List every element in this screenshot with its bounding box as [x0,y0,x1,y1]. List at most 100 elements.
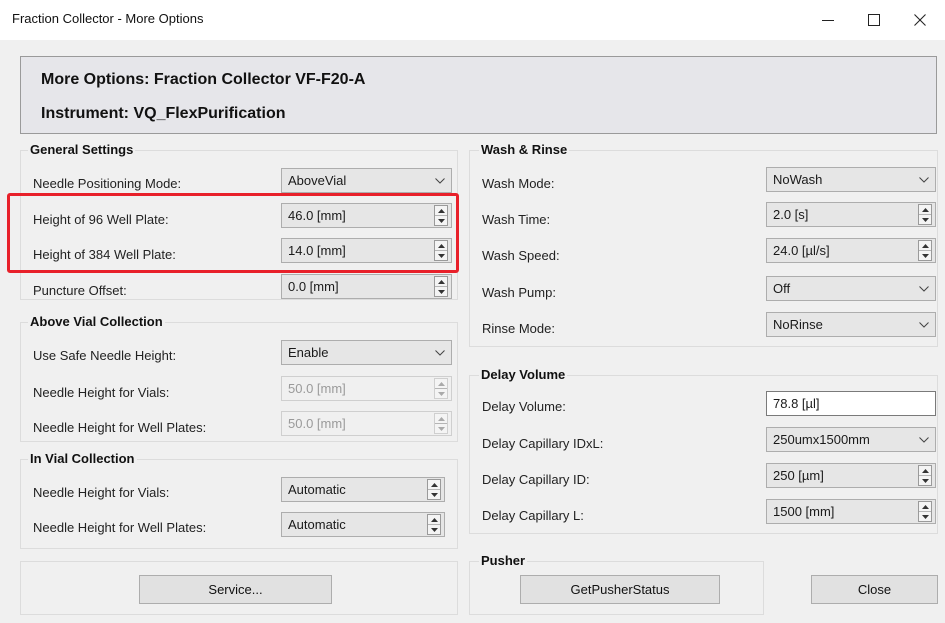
minimize-button[interactable] [805,2,851,38]
window-title: Fraction Collector - More Options [12,11,204,26]
spin-up-icon[interactable] [919,241,931,250]
safe-needle-value: Enable [288,345,329,360]
wash-mode-label: Wash Mode: [482,176,555,191]
wash-mode-select[interactable]: NoWash [766,167,936,192]
delay-volume-value: 78.8 [µl] [773,396,820,411]
service-button[interactable]: Service... [139,575,332,604]
close-icon [914,14,926,26]
spin-up-icon[interactable] [428,515,440,524]
spin-up-icon [435,379,447,388]
spin-buttons [434,378,448,399]
above-plates-value: 50.0 [mm] [288,416,346,431]
in-vials-label: Needle Height for Vials: [33,485,170,500]
wash-pump-value: Off [773,281,791,296]
needle-mode-value: AboveVial [288,173,347,188]
highlight-box [7,193,459,273]
wash-time-label: Wash Time: [482,212,551,227]
spin-down-icon[interactable] [435,286,447,296]
spin-buttons[interactable] [427,479,441,500]
spin-up-icon[interactable] [919,466,931,475]
wash-mode-value: NoWash [773,172,823,187]
puncture-offset-value: 0.0 [mm] [288,279,339,294]
spin-down-icon[interactable] [919,214,931,224]
delay-volume-label: Delay Volume: [482,399,566,414]
wash-time-value: 2.0 [s] [773,207,809,222]
spin-down-icon[interactable] [428,524,440,534]
spin-buttons [434,413,448,434]
spin-up-icon[interactable] [919,205,931,214]
delay-volume-input[interactable]: 78.8 [µl] [766,391,936,416]
needle-mode-select[interactable]: AboveVial [281,168,452,193]
delay-idxl-label: Delay Capillary IDxL: [482,436,604,451]
rinse-mode-select[interactable]: NoRinse [766,312,936,337]
wash-rinse-title: Wash & Rinse [479,142,570,157]
chevron-down-icon [913,436,935,443]
wash-speed-label: Wash Speed: [482,248,560,263]
header-instrument: Instrument: VQ_FlexPurification [41,105,286,122]
wash-pump-label: Wash Pump: [482,285,556,300]
spin-down-icon[interactable] [428,489,440,499]
spin-buttons[interactable] [918,465,932,486]
in-vial-title: In Vial Collection [28,451,137,466]
spin-buttons[interactable] [427,514,441,535]
spin-buttons[interactable] [434,276,448,297]
close-window-button[interactable] [897,2,943,38]
safe-needle-select[interactable]: Enable [281,340,452,365]
above-vials-label: Needle Height for Vials: [33,385,170,400]
spin-up-icon[interactable] [435,277,447,286]
delay-volume-title: Delay Volume [479,367,568,382]
header-title: More Options: Fraction Collector VF-F20-… [41,71,366,88]
chevron-down-icon [429,177,451,184]
get-pusher-status-button[interactable]: GetPusherStatus [520,575,720,604]
above-plates-stepper: 50.0 [mm] [281,411,452,436]
above-plates-label: Needle Height for Well Plates: [33,420,207,435]
spin-buttons[interactable] [918,501,932,522]
delay-l-stepper[interactable]: 1500 [mm] [766,499,936,524]
chevron-down-icon [913,321,935,328]
puncture-offset-label: Puncture Offset: [33,283,127,298]
spin-down-icon [435,388,447,398]
spin-down-icon[interactable] [919,511,931,521]
spin-down-icon[interactable] [919,475,931,485]
spin-up-icon [435,414,447,423]
header-panel: More Options: Fraction Collector VF-F20-… [20,56,937,134]
general-settings-title: General Settings [28,142,136,157]
rinse-mode-label: Rinse Mode: [482,321,555,336]
spin-buttons[interactable] [918,240,932,261]
delay-l-label: Delay Capillary L: [482,508,584,523]
pusher-title: Pusher [479,553,528,568]
delay-id-value: 250 [µm] [773,468,824,483]
delay-idxl-value: 250umx1500mm [773,432,870,447]
chevron-down-icon [429,349,451,356]
spin-up-icon[interactable] [428,480,440,489]
chevron-down-icon [913,176,935,183]
wash-pump-select[interactable]: Off [766,276,936,301]
title-bar: Fraction Collector - More Options [0,0,945,40]
spin-down-icon[interactable] [919,250,931,260]
maximize-icon [868,14,880,26]
spin-up-icon[interactable] [919,502,931,511]
above-vial-title: Above Vial Collection [28,314,165,329]
minimize-icon [822,14,834,26]
delay-id-label: Delay Capillary ID: [482,472,590,487]
spin-buttons[interactable] [918,204,932,225]
above-vials-value: 50.0 [mm] [288,381,346,396]
delay-id-stepper[interactable]: 250 [µm] [766,463,936,488]
in-vials-stepper[interactable]: Automatic [281,477,445,502]
maximize-button[interactable] [851,2,897,38]
rinse-mode-value: NoRinse [773,317,823,332]
in-plates-label: Needle Height for Well Plates: [33,520,207,535]
wash-speed-value: 24.0 [µl/s] [773,243,830,258]
in-vials-value: Automatic [288,482,346,497]
in-plates-value: Automatic [288,517,346,532]
safe-needle-label: Use Safe Needle Height: [33,348,177,363]
delay-idxl-select[interactable]: 250umx1500mm [766,427,936,452]
needle-mode-label: Needle Positioning Mode: [33,176,182,191]
delay-l-value: 1500 [mm] [773,504,835,519]
puncture-offset-stepper[interactable]: 0.0 [mm] [281,274,452,299]
wash-speed-stepper[interactable]: 24.0 [µl/s] [766,238,936,263]
close-button[interactable]: Close [811,575,938,604]
in-plates-stepper[interactable]: Automatic [281,512,445,537]
spin-down-icon [435,423,447,433]
wash-time-stepper[interactable]: 2.0 [s] [766,202,936,227]
